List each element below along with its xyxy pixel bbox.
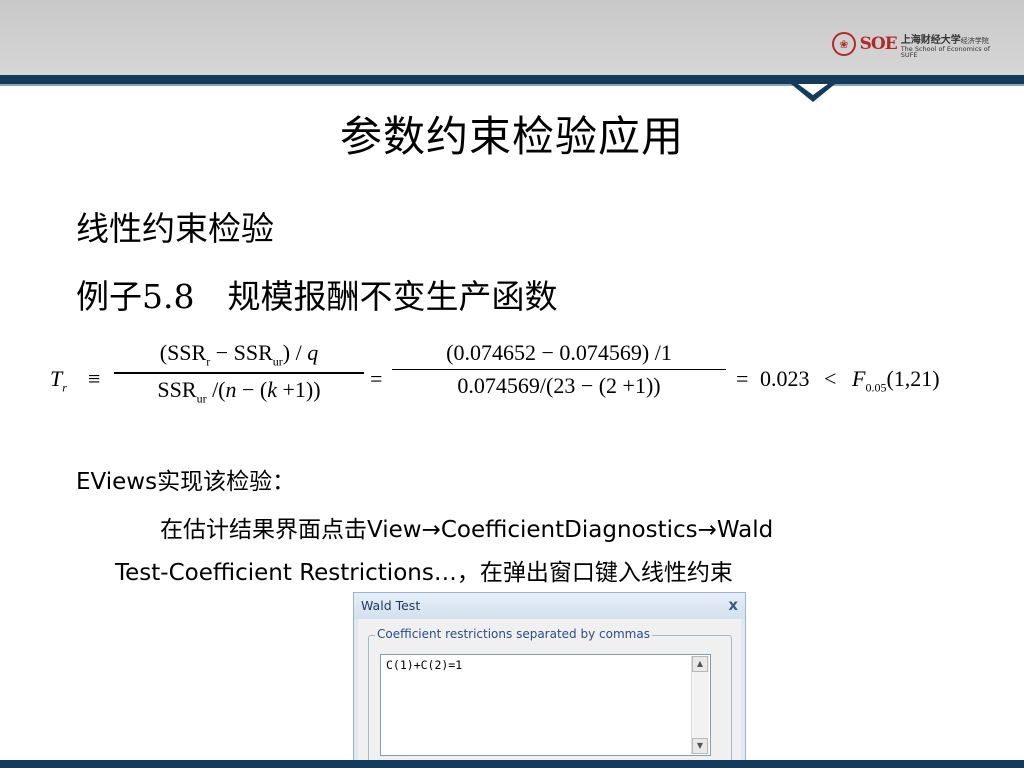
num1-ssr-r: (SSR [159, 340, 207, 365]
eviews-heading: EViews实现该检验： [76, 462, 295, 496]
instruction-menu-path: View→CoefficientDiagnostics→Wald [367, 517, 774, 543]
fraction-2-numerator: (0.074652 − 0.074569) /1 [446, 340, 672, 365]
eviews-instruction-line-2: Test-Coefficient Restrictions…，在弹出窗口键入线性… [115, 553, 733, 587]
den1-mid2: − ( [236, 376, 268, 402]
formula-F-sub: 0.05 [865, 380, 887, 395]
restrictions-input[interactable]: C(1)+C(2)=1 ▲ ▼ [380, 654, 711, 756]
fraction-2-denominator: 0.074569/(23 − (2 +1)) [457, 373, 661, 399]
instruction-click-cn: 在估计结果界面点击 [160, 517, 367, 543]
school-logo: ❀ SOE 上海财经大学经济学院 The School of Economics… [832, 30, 1007, 58]
formula-equals-1: = [370, 366, 383, 391]
formula-critical-value: F0.05(1,21) [852, 366, 940, 395]
formula-equiv: ≡ [88, 366, 101, 391]
fraction-1-denominator: SSRur /(n − (k +1)) [114, 377, 364, 406]
logo-mark: SOE [859, 34, 898, 54]
num1-q: q [307, 340, 319, 365]
dialog-title: Wald Test [361, 598, 421, 613]
university-seal-icon: ❀ [832, 32, 856, 56]
formula-T-sub: r [62, 380, 67, 395]
wald-test-dialog: Wald Test x Coefficient restrictions sep… [353, 592, 746, 765]
num1-tail: ) / [282, 340, 308, 365]
logo-text: 上海财经大学经济学院 The School of Economics of SU… [901, 30, 1007, 59]
dialog-body: Coefficient restrictions separated by co… [358, 619, 741, 765]
restrictions-group: Coefficient restrictions separated by co… [368, 627, 732, 765]
instruction-menu-item: Test-Coefficient Restrictions… [115, 560, 457, 586]
num1-minus-ssr: − SSR [210, 340, 273, 365]
formula-less-than: < [824, 366, 837, 391]
den1-k: k [267, 376, 278, 402]
den1-ur-sub: ur [196, 391, 207, 406]
slide-title: 参数约束检验应用 [339, 112, 684, 161]
formula-lhs: Tr [50, 366, 67, 395]
eviews-instruction-line-1: 在估计结果界面点击View→CoefficientDiagnostics→Wal… [160, 510, 773, 544]
restrictions-group-label: Coefficient restrictions separated by co… [375, 627, 652, 641]
eviews-heading-cn: 实现该检验： [157, 469, 296, 495]
instruction-type-cn: ，在弹出窗口键入线性约束 [456, 560, 733, 586]
logo-en-name: The School of Economics of SUFE [900, 44, 991, 59]
den1-mid: /( [206, 376, 226, 402]
num1-ur-sub: ur [272, 354, 283, 369]
formula-F: F [852, 366, 866, 391]
formula-F-args: (1,21) [886, 366, 940, 391]
header-rule-light [0, 84, 1024, 86]
bullet-linear-constraint-test: 线性约束检验 [76, 209, 274, 248]
formula-equals-2: = [736, 366, 749, 391]
dialog-titlebar[interactable]: Wald Test x [354, 593, 745, 619]
den1-n: n [225, 376, 237, 402]
footer-band [0, 760, 1024, 768]
fraction-1-numerator: (SSRr − SSRur) / q [114, 340, 364, 369]
close-icon[interactable]: x [728, 596, 738, 614]
restrictions-scrollbar[interactable]: ▲ ▼ [691, 656, 709, 754]
logo-cn-school: 经济学院 [960, 36, 989, 45]
logo-cn-name: 上海财经大学 [900, 34, 961, 46]
restrictions-value: C(1)+C(2)=1 [386, 658, 463, 672]
den1-tail: +1)) [277, 376, 321, 402]
seal-glyph: ❀ [839, 37, 849, 51]
f-test-formula: Tr ≡ (SSRr − SSRur) / q SSRur /(n − (k +… [48, 340, 998, 430]
header-chevron-inner [798, 84, 828, 95]
formula-T: T [50, 366, 63, 391]
fraction-1-bar [114, 372, 364, 374]
formula-fraction-2: (0.074652 − 0.074569) /1 0.074569/(23 − … [392, 340, 726, 399]
eviews-word: EViews [76, 469, 158, 495]
bullet-example-5-8: 例子5.8 规模报酬不变生产函数 [76, 277, 558, 316]
fraction-2-bar [392, 369, 726, 371]
scroll-up-icon[interactable]: ▲ [692, 656, 708, 672]
scroll-down-icon[interactable]: ▼ [692, 738, 708, 754]
formula-result: 0.023 [760, 366, 810, 391]
den1-ssr: SSR [157, 376, 197, 402]
header-rule [0, 75, 1024, 84]
formula-fraction-1: (SSRr − SSRur) / q SSRur /(n − (k +1)) [114, 340, 364, 406]
